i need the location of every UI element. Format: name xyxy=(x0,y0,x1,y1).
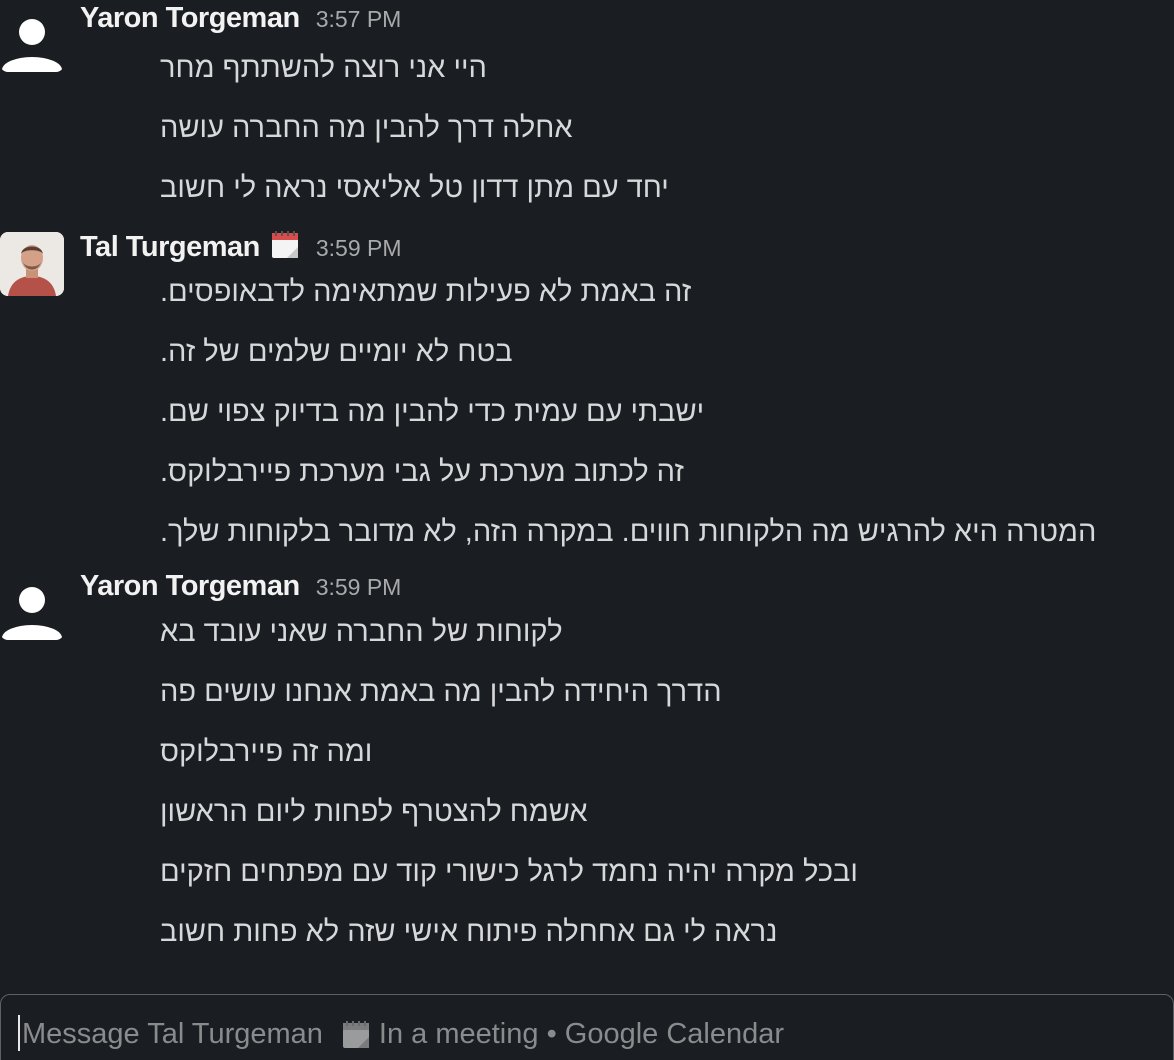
message-line: אשמח להצטרף לפחות ליום הראשון xyxy=(160,796,588,828)
sender-name[interactable]: Yaron Torgeman xyxy=(80,2,300,35)
message-header: Tal Turgeman 3:59 PM xyxy=(80,226,402,266)
message-line: הדרך היחידה להבין מה באמת אנחנו עושים פה xyxy=(160,676,722,708)
text-caret xyxy=(18,1015,20,1051)
message-line: נראה לי גם אחחלה פיתוח אישי שזה לא פחות … xyxy=(160,916,778,948)
timestamp[interactable]: 3:59 PM xyxy=(316,574,402,601)
default-user-icon xyxy=(2,587,62,640)
message-line: ומה זה פיירבלוקס xyxy=(160,736,373,768)
composer-placeholder: Message Tal Turgeman In a meeting • Goog… xyxy=(22,1018,784,1051)
message-header: Yaron Torgeman 3:59 PM xyxy=(80,570,401,610)
message-list: Yaron Torgeman 3:57 PM היי אני רוצה להשת… xyxy=(0,0,1174,1060)
message-line: היי אני רוצה להשתתף מחר xyxy=(160,52,487,84)
calendar-icon[interactable] xyxy=(270,230,300,260)
avatar[interactable] xyxy=(0,232,64,296)
composer-placeholder-prefix: Message Tal Turgeman xyxy=(22,1018,323,1050)
message-line: ובכל מקרה יהיה נחמד לרגל כישורי קוד עם מ… xyxy=(160,856,858,888)
message-header: Yaron Torgeman 3:57 PM xyxy=(80,2,401,42)
composer-placeholder-status: In a meeting • Google Calendar xyxy=(378,1018,785,1050)
message-line: בטח לא יומיים שלמים של זה. xyxy=(160,336,513,368)
message-composer[interactable]: Message Tal Turgeman In a meeting • Goog… xyxy=(0,994,1174,1060)
timestamp[interactable]: 3:57 PM xyxy=(316,6,402,33)
message-line: לקוחות של החברה שאני עובד בא xyxy=(160,616,563,648)
default-user-icon xyxy=(2,19,62,72)
timestamp[interactable]: 3:59 PM xyxy=(316,235,402,262)
message-line: יחד עם מתן דדון טל אליאסי נראה לי חשוב xyxy=(160,172,669,204)
sender-name[interactable]: Yaron Torgeman xyxy=(80,570,300,603)
sender-name[interactable]: Tal Turgeman xyxy=(80,231,260,264)
message-line: אחלה דרך להבין מה החברה עושה xyxy=(160,112,573,144)
message-line: ישבתי עם עמית כדי להבין מה בדיוק צפוי שם… xyxy=(160,396,705,428)
avatar[interactable] xyxy=(0,576,64,640)
user-photo xyxy=(0,232,64,296)
message-line: זה באמת לא פעילות שמתאימה לדבאופסים. xyxy=(160,276,692,308)
message-line: המטרה היא להרגיש מה הלקוחות חווים. במקרה… xyxy=(160,516,1097,548)
avatar[interactable] xyxy=(0,8,64,72)
message-line: זה לכתוב מערכת על גבי מערכת פיירבלוקס. xyxy=(160,456,684,488)
calendar-icon xyxy=(341,1020,371,1050)
